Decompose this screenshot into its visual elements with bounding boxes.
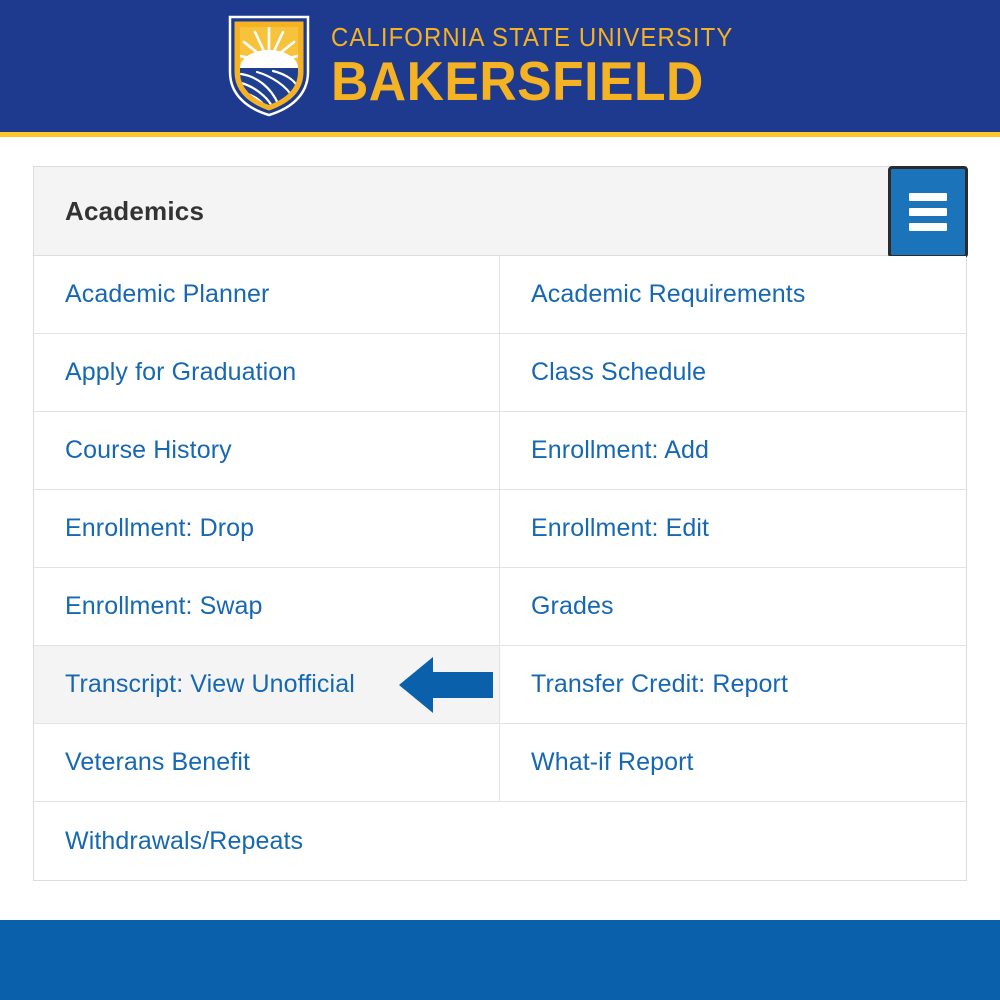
academics-link-label[interactable]: Enrollment: Add	[531, 436, 709, 465]
academics-link-row[interactable]: Apply for Graduation	[34, 334, 500, 412]
site-footer	[0, 920, 1000, 1000]
academics-link-label[interactable]: Veterans Benefit	[65, 748, 250, 777]
academics-link-row[interactable]: Class Schedule	[500, 334, 966, 412]
academics-link-label[interactable]: Transcript: View Unofficial	[65, 670, 355, 699]
left-pointing-arrow-icon	[399, 656, 493, 713]
academics-link-label[interactable]: Withdrawals/Repeats	[65, 827, 303, 856]
page-root: CALIFORNIA STATE UNIVERSITY BAKERSFIELD …	[0, 0, 1000, 1000]
hamburger-icon-bar-1	[909, 193, 947, 201]
hamburger-icon-bar-3	[909, 223, 947, 231]
campus-name: BAKERSFIELD	[331, 49, 705, 112]
academics-link-label[interactable]: Apply for Graduation	[65, 358, 296, 387]
academics-link-row[interactable]: Academic Requirements	[500, 256, 966, 334]
academics-link-grid: Academic Planner Academic Requirements App…	[34, 256, 966, 880]
academics-link-label[interactable]: Grades	[531, 592, 614, 621]
academics-link-label[interactable]: Enrollment: Drop	[65, 514, 254, 543]
academics-link-row[interactable]: Grades	[500, 568, 966, 646]
academics-link-row[interactable]: Enrollment: Edit	[500, 490, 966, 568]
academics-link-row[interactable]: Transcript: View Unofficial	[34, 646, 500, 724]
academics-link-label[interactable]: Transfer Credit: Report	[531, 670, 788, 699]
academics-link-row[interactable]: Transfer Credit: Report	[500, 646, 966, 724]
academics-link-row[interactable]: What-if Report	[500, 724, 966, 802]
site-banner: CALIFORNIA STATE UNIVERSITY BAKERSFIELD	[0, 0, 1000, 137]
academics-panel: Academics Academic Planner Academic Requi…	[33, 166, 968, 881]
academics-link-row[interactable]: Withdrawals/Repeats	[34, 802, 966, 880]
page-body: Academics Academic Planner Academic Requi…	[0, 137, 1000, 920]
hamburger-icon-bar-2	[909, 208, 947, 216]
csub-shield-icon	[227, 14, 311, 118]
academics-link-label[interactable]: Class Schedule	[531, 358, 706, 387]
academics-link-row[interactable]: Course History	[34, 412, 500, 490]
academics-link-label[interactable]: Academic Planner	[65, 280, 269, 309]
academics-link-label[interactable]: Enrollment: Swap	[65, 592, 263, 621]
academics-link-row[interactable]: Enrollment: Swap	[34, 568, 500, 646]
academics-link-row[interactable]: Academic Planner	[34, 256, 500, 334]
csub-logo-lockup[interactable]: CALIFORNIA STATE UNIVERSITY BAKERSFIELD	[227, 14, 768, 118]
panel-header: Academics	[34, 166, 968, 258]
academics-link-label[interactable]: Academic Requirements	[531, 280, 805, 309]
university-name: CALIFORNIA STATE UNIVERSITY	[331, 21, 734, 52]
page-title: Academics	[65, 195, 205, 226]
csub-wordmark: CALIFORNIA STATE UNIVERSITY BAKERSFIELD	[331, 24, 768, 109]
academics-link-row[interactable]: Enrollment: Drop	[34, 490, 500, 568]
academics-link-label[interactable]: Course History	[65, 436, 232, 465]
academics-link-label[interactable]: What-if Report	[531, 748, 694, 777]
academics-link-row[interactable]: Veterans Benefit	[34, 724, 500, 802]
academics-link-row[interactable]: Enrollment: Add	[500, 412, 966, 490]
academics-link-label[interactable]: Enrollment: Edit	[531, 514, 709, 543]
hamburger-menu-button[interactable]	[888, 166, 968, 258]
